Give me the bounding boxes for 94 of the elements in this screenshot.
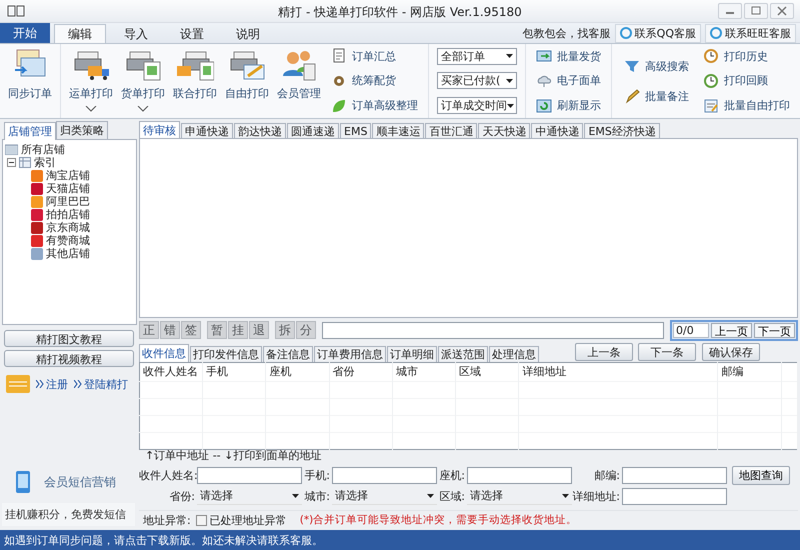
ribbon-button[interactable]: 批量发货 <box>534 48 603 64</box>
column-header: 收件人姓名 <box>140 362 203 382</box>
tree-item[interactable]: 其他店铺 <box>46 246 90 261</box>
ribbon-button[interactable]: 订单高级整理 <box>329 98 420 114</box>
address-note: ↑订单中地址 -- ↓打印到面单的地址 <box>145 448 322 462</box>
info-tab[interactable]: 打印发件信息 <box>190 346 262 362</box>
info-tab[interactable]: 备注信息 <box>263 346 313 362</box>
page-count: 0/0 <box>673 322 709 338</box>
column-header: 邮编 <box>718 362 782 382</box>
courier-tab[interactable]: 待审核 <box>139 121 180 138</box>
support-note: 包教包会，找客服 <box>522 26 611 40</box>
sms-label[interactable]: 会员短信营销 <box>44 474 116 490</box>
map-button[interactable]: 地图查询 <box>732 466 790 485</box>
tip-text: 挂机赚积分，免费发短信 <box>2 503 135 526</box>
info-tab[interactable]: 订单明细 <box>387 346 437 362</box>
tree-item[interactable]: 索引 <box>34 155 56 170</box>
checkbox-label[interactable]: 已处理地址异常 <box>210 512 287 528</box>
courier-tab[interactable]: EMS <box>340 123 372 138</box>
field-label: 邮编: <box>593 468 621 483</box>
ribbon-tab[interactable]: 导入 <box>110 24 162 43</box>
ribbon-tab[interactable]: 设置 <box>166 24 218 43</box>
select-field[interactable]: 请选择 <box>467 488 572 505</box>
column-header: 座机 <box>266 362 330 382</box>
app-menu-button[interactable]: 开始 <box>0 23 50 43</box>
account-link[interactable]: 登陆精打 <box>84 376 128 392</box>
column-header: 省份 <box>329 362 392 382</box>
ribbon-tab[interactable]: 编辑 <box>54 24 106 43</box>
field-label: 城市: <box>303 488 331 504</box>
courier-tab[interactable]: 圆通速递 <box>287 123 339 138</box>
courier-tab[interactable]: 韵达快递 <box>234 123 286 138</box>
tree-item[interactable]: 所有店铺 <box>21 142 65 157</box>
courier-tab[interactable]: EMS经济快递 <box>584 123 660 138</box>
tree-item[interactable]: 天猫店铺 <box>46 181 90 196</box>
courier-tab[interactable]: 顺丰速运 <box>372 123 424 138</box>
info-tab[interactable]: 订单费用信息 <box>314 346 386 362</box>
ribbon-button[interactable]: 订单汇总 <box>329 48 420 64</box>
field-label: 座机: <box>438 468 466 483</box>
page-button[interactable]: 上一页 <box>711 322 752 338</box>
ribbon-button[interactable]: 同步订单 <box>4 46 56 116</box>
ribbon-button[interactable]: 会员管理 <box>273 46 325 116</box>
ribbon-tab[interactable]: 说明 <box>222 24 274 43</box>
ribbon-button[interactable]: 联合打印 <box>169 46 221 116</box>
ribbon-button[interactable]: 批量自由打印 <box>701 98 792 114</box>
ribbon-button[interactable]: 批量备注 <box>622 88 691 104</box>
info-tab[interactable]: 收件信息 <box>139 344 189 362</box>
tree-item[interactable]: 拍拍店铺 <box>46 207 90 222</box>
tree-item[interactable]: 淘宝店铺 <box>46 168 90 183</box>
status-text: 如遇到订单同步问题，请点击下载新版。如还未解决请联系客服。 <box>4 532 323 548</box>
column-header: 手机 <box>202 362 266 382</box>
record-button[interactable]: 下一条 <box>638 343 696 362</box>
filter-dropdown[interactable]: 全部订单 <box>437 48 517 65</box>
field-label: 手机: <box>303 468 331 483</box>
field-label: 收件人姓名: <box>139 468 197 483</box>
page-button[interactable]: 下一页 <box>754 322 795 338</box>
column-header: 详细地址 <box>518 362 718 382</box>
ribbon-button[interactable]: 高级搜索 <box>622 58 691 74</box>
save-button[interactable]: 确认保存 <box>702 343 760 362</box>
ribbon-button[interactable]: 货单打印 <box>117 46 169 116</box>
info-tab[interactable]: 派送范围 <box>438 346 488 362</box>
ribbon-button[interactable]: 打印回顾 <box>701 72 792 89</box>
tree-item[interactable]: 京东商城 <box>46 220 90 235</box>
ribbon-button[interactable]: 自由打印 <box>221 46 273 116</box>
panel-tab[interactable]: 归类策略 <box>56 121 108 139</box>
courier-tab[interactable]: 中通快递 <box>531 123 584 138</box>
account-link[interactable]: 注册 <box>46 376 68 392</box>
tree-item[interactable]: 阿里巴巴 <box>46 194 90 209</box>
select-field[interactable]: 请选择 <box>332 488 437 505</box>
ribbon-button[interactable]: 运单打印 <box>65 46 117 116</box>
field-label: 省份: <box>168 488 196 504</box>
courier-tab[interactable]: 申通快递 <box>181 123 233 138</box>
select-field[interactable]: 请选择 <box>197 488 302 505</box>
field-label: 地址异常: <box>143 512 191 528</box>
field-label: 详细地址: <box>572 488 621 504</box>
panel-tab[interactable]: 店铺管理 <box>4 122 56 140</box>
tutorial-button[interactable]: 精打图文教程 <box>4 330 134 347</box>
contact-button[interactable]: 联系QQ客服 <box>614 24 701 42</box>
column-header: 区域 <box>456 362 519 382</box>
contact-button[interactable]: 联系旺旺客服 <box>705 24 796 42</box>
column-header: 城市 <box>392 362 456 382</box>
ribbon-button[interactable]: 打印历史 <box>701 48 792 64</box>
field-label: 区域: <box>438 488 466 504</box>
ribbon-button[interactable]: 统筹配货 <box>329 72 420 89</box>
courier-tab[interactable]: 天天快递 <box>478 123 530 138</box>
tutorial-button[interactable]: 精打视频教程 <box>4 350 134 367</box>
filter-dropdown[interactable]: 订单成交时间 <box>437 97 517 114</box>
filter-dropdown[interactable]: 买家已付款( <box>437 72 517 90</box>
warning-text: (*)合并订单可能导致地址冲突，需要手动选择收货地址。 <box>300 513 578 528</box>
info-tab[interactable]: 处理信息 <box>489 346 539 362</box>
tree-item[interactable]: 有赞商城 <box>46 233 90 248</box>
record-button[interactable]: 上一条 <box>575 343 633 362</box>
ribbon-button[interactable]: 刷新显示 <box>534 98 603 114</box>
ribbon-button[interactable]: 电子面单 <box>534 72 603 89</box>
window-title: 精打 - 快递单打印软件 - 网店版 Ver.1.95180 <box>278 5 522 19</box>
courier-tab[interactable]: 百世汇通 <box>425 123 478 138</box>
